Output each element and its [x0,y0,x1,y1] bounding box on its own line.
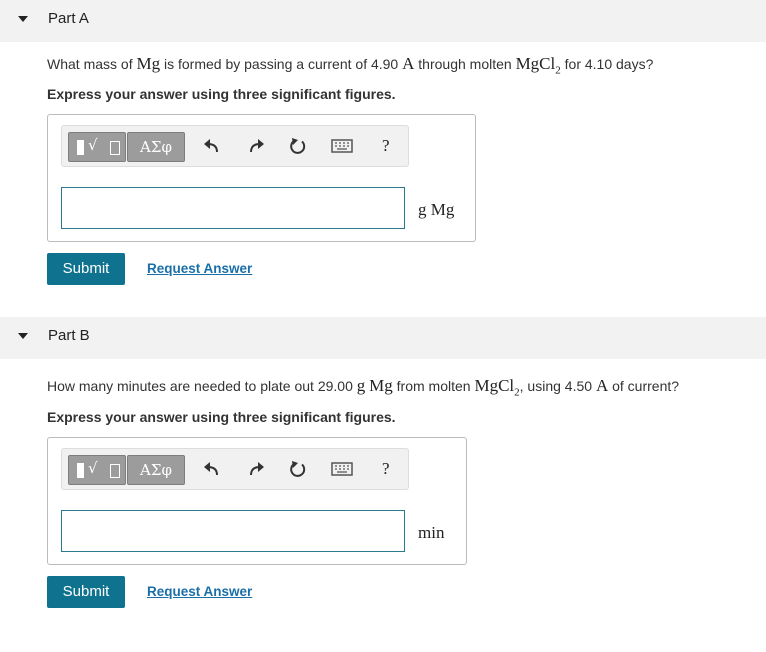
reset-icon[interactable] [289,460,307,478]
part-b-submit-button[interactable]: Submit [47,576,125,608]
symbols-button[interactable]: ΑΣφ [127,132,185,162]
part-b-instruction: Express your answer using three signific… [47,409,396,425]
part-a-answer-box: √ ΑΣφ ? g Mg [47,114,476,242]
radical-template-icon[interactable]: √ [68,455,126,485]
part-b-request-answer-link[interactable]: Request Answer [147,584,252,599]
collapse-caret-icon[interactable] [18,333,28,339]
radical-template-icon[interactable]: √ [68,132,126,162]
undo-icon[interactable] [203,460,221,478]
part-a-unit: g Mg [418,200,455,219]
part-a-question: What mass of Mg is formed by passing a c… [47,54,654,77]
part-a-answer-input[interactable] [61,187,405,229]
part-a-request-answer-link[interactable]: Request Answer [147,261,252,276]
undo-icon[interactable] [203,137,221,155]
reset-icon[interactable] [289,137,307,155]
part-a-header[interactable]: Part A [0,0,766,42]
math-toolbar: √ ΑΣφ ? [61,125,409,167]
part-a-submit-button[interactable]: Submit [47,253,125,285]
part-b-question: How many minutes are needed to plate out… [47,376,680,399]
redo-icon[interactable] [247,460,265,478]
math-toolbar: √ ΑΣφ ? [61,448,409,490]
part-a-title: Part A [48,10,89,27]
redo-icon[interactable] [247,137,265,155]
keyboard-icon[interactable] [331,137,353,155]
symbols-button[interactable]: ΑΣφ [127,455,185,485]
keyboard-icon[interactable] [331,460,353,478]
part-b-title: Part B [48,327,90,344]
part-b-answer-input[interactable] [61,510,405,552]
help-button[interactable]: ? [382,459,390,479]
part-b-header[interactable]: Part B [0,317,766,359]
help-button[interactable]: ? [382,136,390,156]
part-b-answer-box: √ ΑΣφ ? min [47,437,467,565]
part-a-instruction: Express your answer using three signific… [47,86,396,102]
part-b-unit: min [418,523,445,542]
collapse-caret-icon[interactable] [18,16,28,22]
